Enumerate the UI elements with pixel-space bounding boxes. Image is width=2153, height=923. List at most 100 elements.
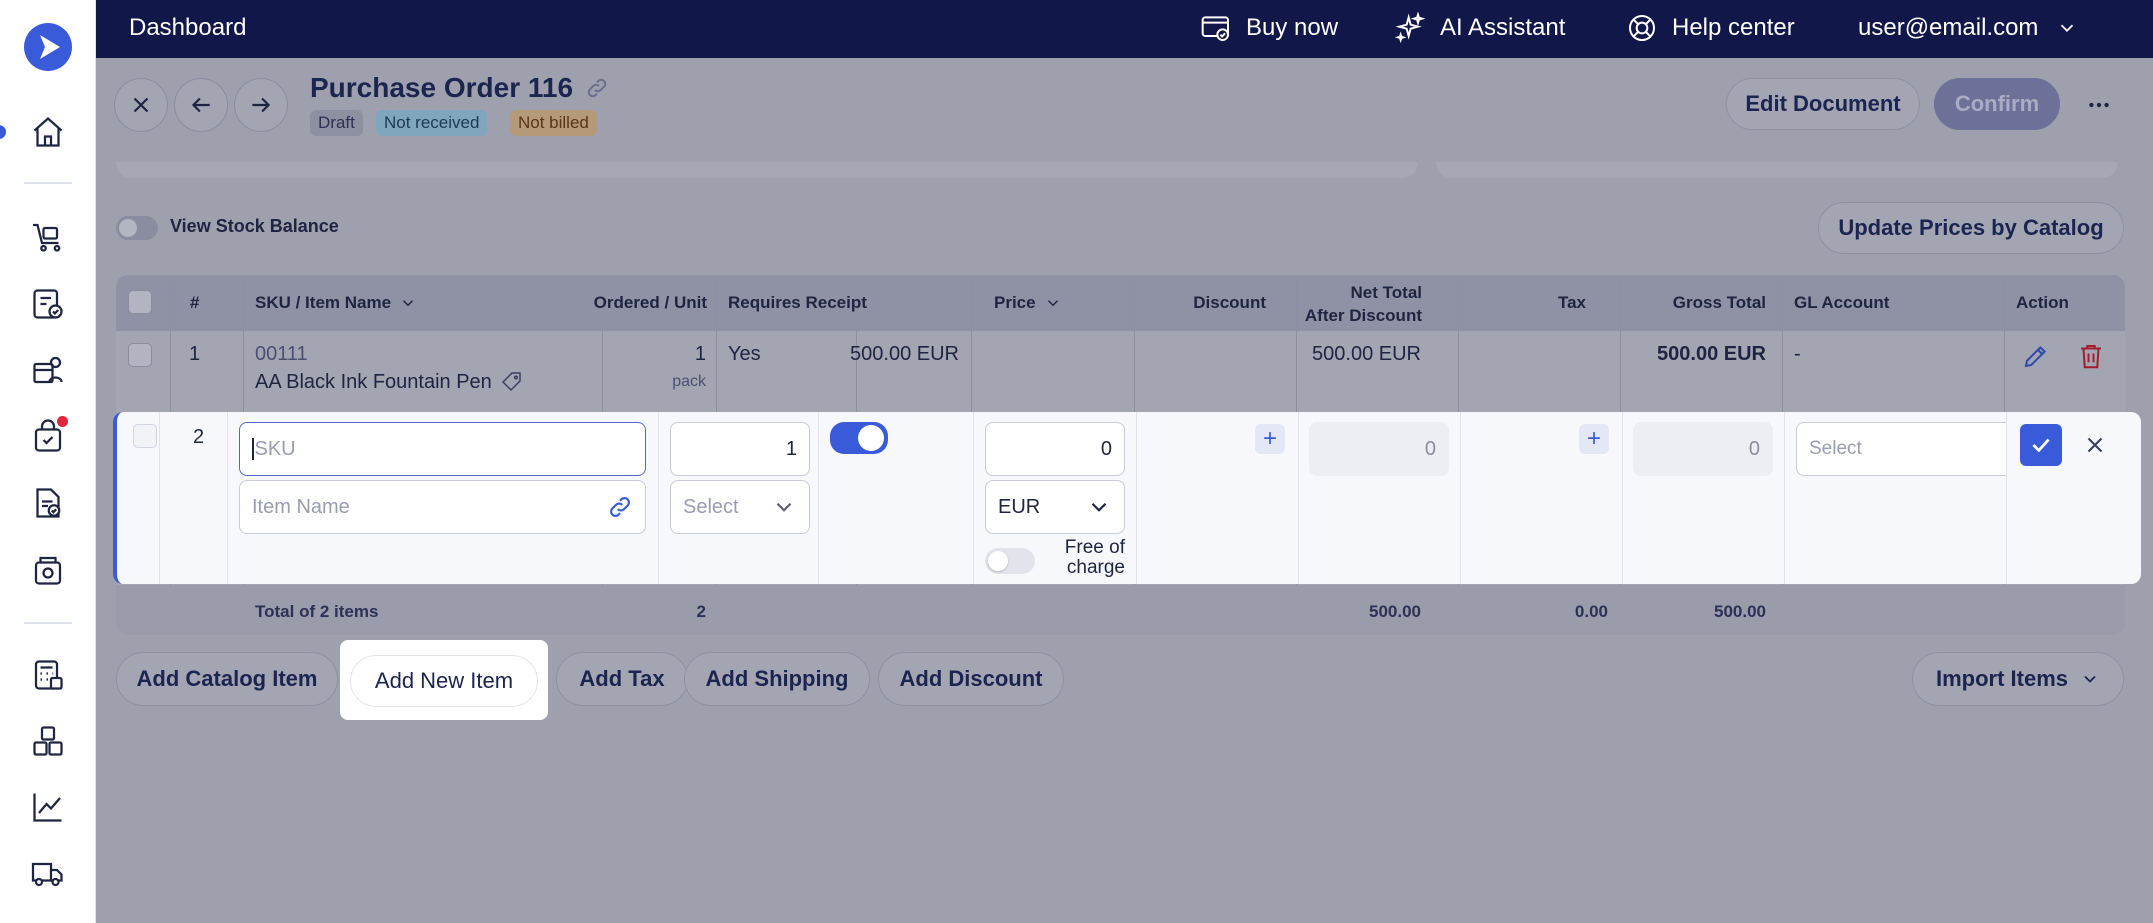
unit-select[interactable]: Select [670,480,810,534]
select-all-checkbox[interactable] [128,290,152,314]
delivery-truck-icon[interactable] [28,853,68,893]
requires-receipt-toggle[interactable] [830,422,888,454]
buy-now-button[interactable]: Buy now [1200,10,1338,46]
gross-total-input: 0 [1633,422,1773,476]
cash-register-icon[interactable] [28,550,68,590]
cancel-row-button[interactable] [2074,424,2116,466]
col-divider [1460,412,1461,584]
price-input[interactable]: 0 [985,422,1125,476]
view-stock-balance-toggle[interactable] [116,216,158,240]
inventory-boxes-icon[interactable] [28,721,68,761]
add-discount-plus-button[interactable]: + [1255,424,1285,454]
home-icon[interactable] [28,112,68,152]
update-prices-button[interactable]: Update Prices by Catalog [1818,202,2124,254]
add-shipping-button[interactable]: Add Shipping [684,652,870,706]
close-icon [133,97,149,113]
column-header-price[interactable]: Price [994,293,1062,313]
page-title-text: Purchase Order 116 [310,72,574,103]
sidebar-divider [24,622,72,624]
ai-assistant-label: AI Assistant [1440,14,1566,41]
row-checkbox[interactable] [128,343,152,367]
column-header-gl-account: GL Account [1794,293,1890,312]
col-divider [2006,412,2007,584]
confirm-button[interactable]: Confirm [1934,78,2060,130]
add-new-item-spotlight: Add New Item [340,640,548,720]
delete-row-button[interactable] [2076,341,2108,373]
gl-account-select[interactable]: Select [1796,422,2006,476]
add-tax-plus-button[interactable]: + [1579,424,1609,454]
close-icon [2087,437,2103,453]
chevron-down-icon [403,300,414,307]
quantity-input[interactable]: 1 [670,422,810,476]
more-options-icon[interactable] [2084,90,2114,120]
add-new-item-button[interactable]: Add New Item [350,655,538,707]
column-header-sku[interactable]: SKU / Item Name [255,293,417,313]
user-email: user@email.com [1858,14,2039,41]
row-item-name[interactable]: AA Black Ink Fountain Pen [255,370,524,394]
column-header-action: Action [2016,293,2069,312]
column-header-discount: Discount [1193,293,1266,312]
previous-button[interactable] [174,78,228,132]
purchase-cart-icon[interactable] [28,217,68,257]
invoice-check-icon[interactable] [28,284,68,324]
arrow-right-icon [252,97,271,113]
close-button[interactable] [114,78,168,132]
add-discount-button[interactable]: Add Discount [878,652,1064,706]
help-center-button[interactable]: Help center [1626,10,1795,46]
sidebar-divider [24,182,72,184]
summary-card-edge [1436,162,2118,178]
col-divider [1784,412,1785,584]
buy-now-label: Buy now [1246,14,1339,41]
total-tax: 0.00 [1574,602,1608,621]
total-quantity: 2 [696,602,706,621]
free-of-charge-label: Free of charge [1037,538,1125,578]
sidebar [0,0,96,923]
pencil-icon [2024,345,2047,368]
edit-document-button[interactable]: Edit Document [1726,78,1920,130]
dashboard-link[interactable]: Dashboard [129,14,246,42]
item-name-input[interactable]: Item Name [239,480,646,534]
active-indicator [0,125,6,139]
vendors-icon[interactable] [28,350,68,390]
link-icon[interactable] [585,76,609,100]
unit-select-placeholder: Select [683,495,739,518]
column-header-price-label: Price [994,293,1036,312]
details-card-edge [116,162,1418,178]
col-divider [818,412,819,584]
link-icon[interactable] [607,494,633,520]
currency-select-value: EUR [998,495,1041,518]
row-checkbox[interactable] [133,424,157,448]
add-tax-button[interactable]: Add Tax [556,652,688,706]
status-badge-draft: Draft [310,110,363,136]
add-catalog-item-button[interactable]: Add Catalog Item [116,652,338,706]
col-divider [159,412,160,584]
col-divider [973,412,974,584]
sku-input[interactable]: SKU [239,422,646,476]
reports-chart-icon[interactable] [28,787,68,827]
status-badge-not-received: Not received [376,110,488,136]
app-logo-icon[interactable] [23,22,73,72]
calculator-icon[interactable] [28,655,68,695]
edit-row-button[interactable] [2021,341,2053,373]
user-menu[interactable]: user@email.com [1858,10,2078,46]
arrow-left-icon [191,97,210,113]
ai-assistant-button[interactable]: AI Assistant [1394,10,1565,46]
save-row-button[interactable] [2020,424,2062,466]
import-items-button[interactable]: Import Items [1912,652,2124,706]
total-net: 500.00 [1369,602,1421,621]
chevron-down-icon [776,502,792,512]
gl-account-placeholder: Select [1809,438,1862,459]
plus-icon: + [1586,425,1601,452]
text-cursor [252,438,254,460]
free-of-charge-toggle[interactable] [985,548,1035,574]
top-navigation-bar: Dashboard Buy now AI Assistant Help cent… [96,0,2153,58]
column-header-sku-label: SKU / Item Name [255,293,392,312]
next-button[interactable] [234,78,288,132]
row-sku: 00111 [255,343,308,365]
status-badge-not-billed: Not billed [510,110,597,136]
document-check-icon[interactable] [28,483,68,523]
free-of-charge-line2: charge [1066,557,1125,578]
notification-badge [57,416,68,427]
row-gross-total: 500.00 EUR [1657,343,1766,365]
currency-select[interactable]: EUR [985,480,1125,534]
